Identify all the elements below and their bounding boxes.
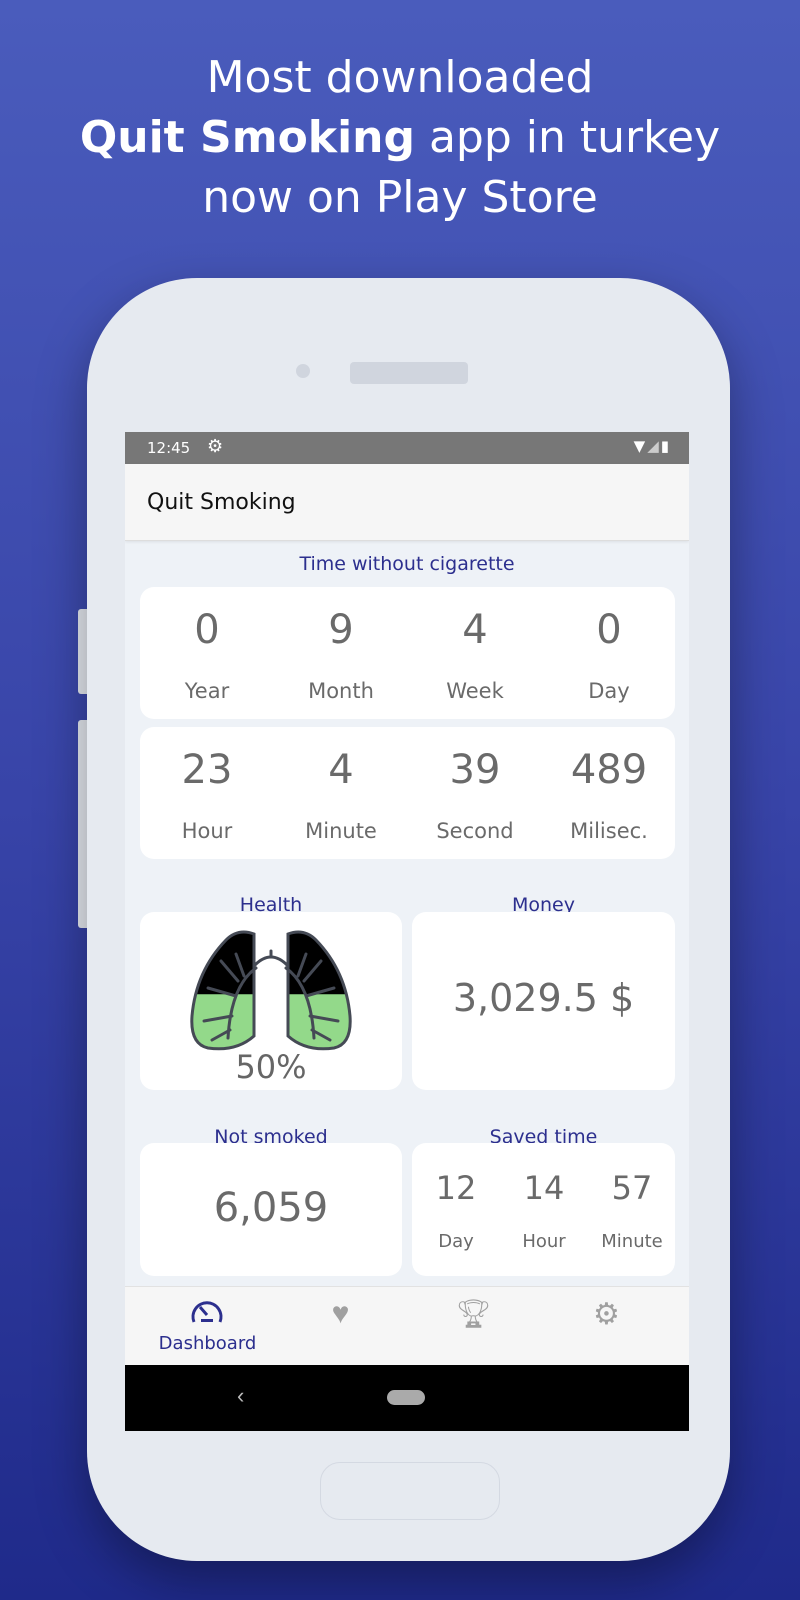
home-pill[interactable] bbox=[387, 1390, 425, 1405]
counter-value: 14 bbox=[523, 1169, 565, 1207]
counter-value: 57 bbox=[611, 1169, 653, 1207]
money-card[interactable]: 3,029.5 $ bbox=[412, 912, 675, 1090]
health-card[interactable]: 50% bbox=[140, 912, 402, 1090]
status-bar: 12:45 ⚙ ▼◢▮ bbox=[125, 432, 689, 464]
nav-dashboard[interactable]: Dashboard bbox=[137, 1287, 278, 1366]
status-time: 12:45 bbox=[147, 439, 191, 457]
promo-line-1: Most downloaded bbox=[206, 52, 594, 103]
bottom-nav: Dashboard ♥ 🏆︎ ⚙ bbox=[125, 1286, 689, 1365]
counter-unit: Month bbox=[308, 679, 374, 703]
time-card-date: 0 Year 9 Month 4 Week 0 Day bbox=[140, 587, 675, 719]
counter-unit: Second bbox=[436, 819, 514, 843]
phone-speaker bbox=[350, 362, 468, 384]
nav-settings[interactable]: ⚙ bbox=[536, 1287, 677, 1366]
phone-home-area bbox=[320, 1462, 500, 1520]
lungs-icon bbox=[190, 930, 352, 1051]
time-card-clock: 23 Hour 4 Minute 39 Second 489 Milisec. bbox=[140, 727, 675, 859]
nav-dashboard-label: Dashboard bbox=[158, 1333, 257, 1354]
counter-value: 4 bbox=[462, 607, 488, 653]
counter-value: 4 bbox=[328, 747, 354, 793]
promo-headline: Most downloaded Quit Smoking app in turk… bbox=[0, 48, 800, 228]
time-without-title: Time without cigarette bbox=[299, 553, 515, 575]
app-bar: Quit Smoking bbox=[125, 464, 689, 541]
app-title: Quit Smoking bbox=[147, 490, 296, 515]
counter-value: 12 bbox=[435, 1169, 477, 1207]
counter-unit: Milisec. bbox=[570, 819, 648, 843]
app-screen: 12:45 ⚙ ▼◢▮ Quit Smoking Time without ci… bbox=[125, 432, 689, 1431]
promo-line-2-rest: app in turkey bbox=[414, 112, 721, 163]
trophy-icon: 🏆︎ bbox=[455, 1298, 492, 1329]
counter-unit: Week bbox=[446, 679, 504, 703]
system-nav-bar: ‹ bbox=[125, 1365, 689, 1431]
counter-unit: Day bbox=[438, 1231, 474, 1252]
counter-value: 23 bbox=[181, 747, 233, 793]
counter-value: 0 bbox=[194, 607, 220, 653]
counter-value: 0 bbox=[596, 607, 622, 653]
battery-icon: ▮ bbox=[660, 437, 671, 455]
counter-unit: Minute bbox=[601, 1231, 663, 1252]
money-value: 3,029.5 $ bbox=[452, 976, 635, 1020]
promo-app-name: Quit Smoking bbox=[79, 112, 415, 163]
back-icon[interactable]: ‹ bbox=[237, 1383, 244, 1409]
counter-unit: Hour bbox=[181, 819, 233, 843]
wifi-icon: ▼ bbox=[633, 437, 648, 455]
counter-value: 39 bbox=[449, 747, 501, 793]
promo-line-2: Quit Smoking app in turkey bbox=[0, 108, 800, 168]
not-smoked-value: 6,059 bbox=[213, 1185, 329, 1231]
counter-unit: Year bbox=[184, 679, 230, 703]
gear-icon: ⚙ bbox=[593, 1298, 620, 1331]
counter-unit: Minute bbox=[305, 819, 377, 843]
not-smoked-card[interactable]: 6,059 bbox=[140, 1143, 402, 1276]
phone-camera bbox=[296, 364, 310, 378]
nav-achievements[interactable]: 🏆︎ bbox=[403, 1287, 544, 1366]
heart-pulse-icon: ♥ bbox=[331, 1297, 350, 1330]
counter-value: 489 bbox=[570, 747, 648, 793]
dashboard-gauge-icon bbox=[191, 1301, 223, 1323]
health-percent: 50% bbox=[235, 1048, 307, 1086]
saved-time-card[interactable]: 12 Day 14 Hour 57 Minute bbox=[412, 1143, 675, 1276]
counter-unit: Hour bbox=[522, 1231, 566, 1252]
promo-line-3: now on Play Store bbox=[202, 172, 598, 223]
counter-unit: Day bbox=[588, 679, 630, 703]
signal-icon: ◢ bbox=[647, 437, 661, 455]
counter-value: 9 bbox=[328, 607, 354, 653]
nav-health[interactable]: ♥ bbox=[270, 1287, 411, 1366]
settings-status-icon: ⚙ bbox=[207, 436, 224, 457]
